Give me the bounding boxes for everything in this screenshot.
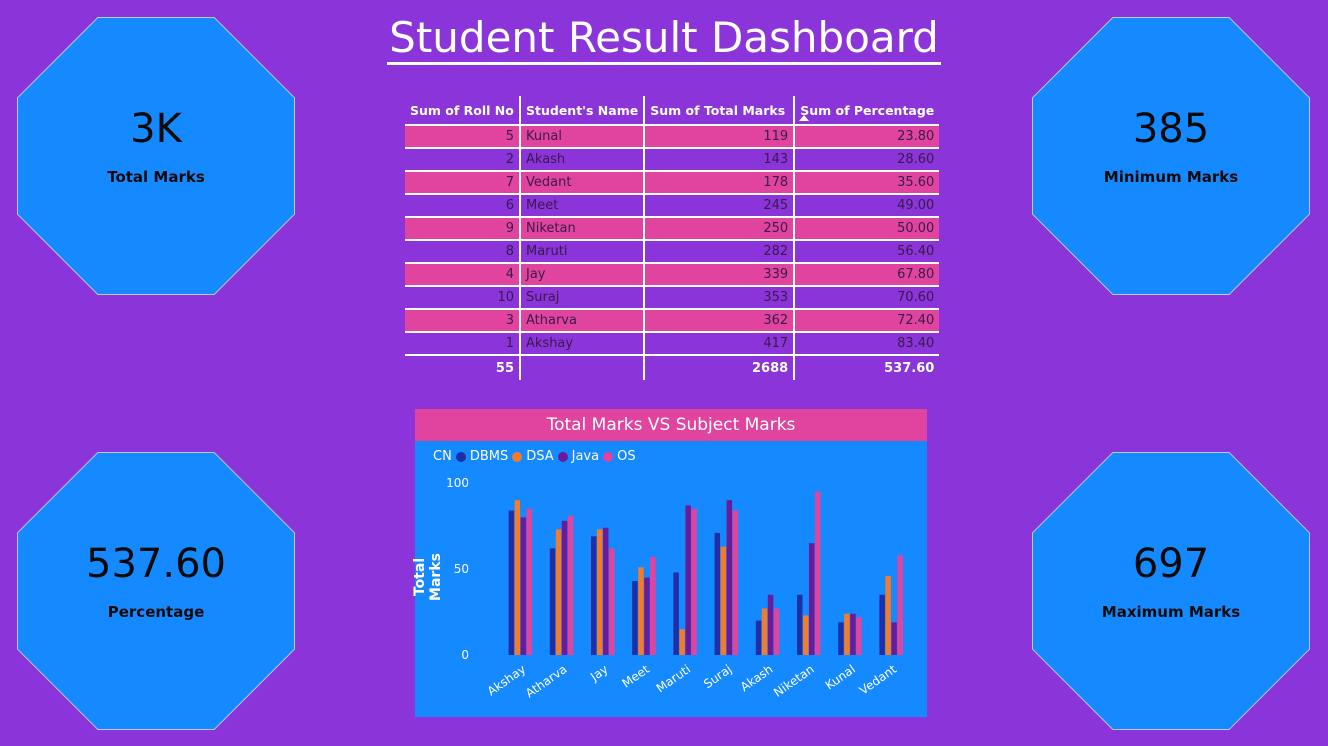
table-row: 6 Meet 245 49.00 bbox=[405, 194, 940, 218]
bar-java-akshay[interactable] bbox=[520, 517, 527, 655]
table-row: 8 Maruti 282 56.40 bbox=[405, 240, 940, 264]
table-row: 5 Kunal 119 23.80 bbox=[405, 125, 940, 149]
bar-dbms-akash[interactable] bbox=[755, 620, 762, 655]
bar-dbms-meet[interactable] bbox=[632, 581, 638, 655]
bar-java-kunal[interactable] bbox=[850, 613, 856, 655]
bar-os-maruti[interactable] bbox=[691, 508, 697, 655]
y-tick-label: 100 bbox=[446, 476, 469, 490]
bar-dsa-vedant[interactable] bbox=[885, 575, 891, 655]
table-row: 3 Atharva 362 72.40 bbox=[405, 309, 940, 333]
bar-java-maruti[interactable] bbox=[685, 505, 691, 655]
kpi-total-marks: 3K Total Marks bbox=[18, 18, 294, 294]
col-header-percentage[interactable]: Sum of Percentage bbox=[794, 96, 940, 126]
kpi-minimum-value: 385 bbox=[1132, 106, 1210, 152]
table-row: 7 Vedant 178 35.60 bbox=[405, 171, 940, 195]
bar-os-atharva[interactable] bbox=[567, 515, 574, 655]
bar-dbms-jay[interactable] bbox=[591, 536, 597, 655]
bar-os-niketan[interactable] bbox=[815, 491, 821, 655]
bar-dbms-maruti[interactable] bbox=[673, 572, 679, 655]
bar-dbms-niketan[interactable] bbox=[797, 594, 803, 655]
bar-dsa-maruti[interactable] bbox=[679, 629, 685, 655]
bar-os-kunal[interactable] bbox=[856, 617, 862, 655]
bar-java-atharva[interactable] bbox=[561, 520, 568, 655]
table-header-row: Sum of Roll No Student's Name Sum of Tot… bbox=[405, 96, 940, 126]
table-row: 4 Jay 339 67.80 bbox=[405, 263, 940, 287]
bar-dbms-atharva[interactable] bbox=[549, 548, 556, 655]
x-tick-label: Niketan bbox=[771, 662, 817, 700]
x-tick-label: Meet bbox=[619, 662, 652, 691]
x-tick-label: Akash bbox=[738, 662, 776, 694]
bar-dsa-meet[interactable] bbox=[638, 567, 644, 655]
table-row: 2 Akash 143 28.60 bbox=[405, 148, 940, 172]
x-tick-label: Atharva bbox=[523, 662, 570, 700]
bar-dsa-suraj[interactable] bbox=[720, 546, 727, 655]
bar-os-akshay[interactable] bbox=[526, 508, 533, 655]
chart-plot: 0 50 100 AkshayAtharva Jay Meet Maruti Suraj Aka… bbox=[446, 476, 903, 700]
table-row: 9 Niketan 250 50.00 bbox=[405, 217, 940, 241]
bar-dbms-kunal[interactable] bbox=[838, 622, 844, 655]
bar-java-meet[interactable] bbox=[644, 577, 650, 655]
bar-dsa-atharva[interactable] bbox=[555, 529, 562, 655]
x-tick-label: Maruti bbox=[654, 662, 693, 695]
col-header-total-marks[interactable]: Sum of Total Marks bbox=[644, 96, 796, 126]
table-row: 10 Suraj 353 70.60 bbox=[405, 286, 940, 310]
bar-dsa-akshay[interactable] bbox=[514, 500, 521, 655]
bar-java-jay[interactable] bbox=[603, 527, 609, 655]
bar-dsa-akash[interactable] bbox=[761, 608, 768, 655]
bar-dsa-kunal[interactable] bbox=[844, 613, 850, 655]
x-tick-label: Suraj bbox=[701, 662, 734, 691]
bar-os-suraj[interactable] bbox=[732, 510, 739, 655]
col-header-roll-no[interactable]: Sum of Roll No bbox=[405, 96, 521, 126]
col-header-student-name[interactable]: Student's Name bbox=[520, 96, 646, 126]
y-tick-label: 0 bbox=[461, 648, 469, 662]
bar-dbms-suraj[interactable] bbox=[714, 532, 721, 655]
bar-java-akash[interactable] bbox=[767, 594, 774, 655]
table-row: 1 Akshay 417 83.40 bbox=[405, 332, 940, 356]
kpi-percentage-label: Percentage bbox=[107, 603, 205, 621]
bar-java-suraj[interactable] bbox=[726, 500, 733, 655]
bar-os-jay[interactable] bbox=[609, 548, 615, 655]
bar-os-akash[interactable] bbox=[773, 608, 780, 655]
sort-ascending-icon[interactable] bbox=[799, 115, 810, 121]
kpi-minimum-label: Minimum Marks bbox=[1103, 168, 1239, 186]
results-table: Sum of Roll No Student's Name Sum of Tot… bbox=[405, 96, 940, 380]
bar-os-meet[interactable] bbox=[650, 556, 656, 655]
bar-os-vedant[interactable] bbox=[897, 555, 903, 655]
kpi-minimum-marks: 385 Minimum Marks bbox=[1033, 18, 1309, 294]
table-total-row: 55 2688 537.60 bbox=[405, 355, 939, 380]
x-tick-label: Jay bbox=[587, 662, 611, 684]
bar-dbms-vedant[interactable] bbox=[879, 594, 885, 655]
bar-dsa-jay[interactable] bbox=[597, 529, 603, 655]
bar-java-niketan[interactable] bbox=[809, 543, 815, 655]
kpi-maximum-marks: 697 Maximum Marks bbox=[1033, 453, 1309, 729]
bar-java-vedant[interactable] bbox=[891, 622, 897, 655]
x-tick-label: Vedant bbox=[857, 662, 900, 698]
kpi-maximum-value: 697 bbox=[1132, 541, 1210, 587]
kpi-total-value: 3K bbox=[130, 106, 182, 152]
kpi-percentage-value: 537.60 bbox=[86, 541, 226, 587]
bar-dsa-niketan[interactable] bbox=[803, 615, 809, 655]
kpi-total-label: Total Marks bbox=[107, 168, 205, 186]
subject-marks-chart: Total Marks VS Subject Marks CN DBMS DSA… bbox=[412, 409, 927, 717]
y-tick-label: 50 bbox=[454, 562, 469, 576]
x-tick-label: Kunal bbox=[823, 662, 858, 692]
x-tick-label: Akshay bbox=[485, 662, 529, 698]
kpi-percentage: 537.60 Percentage bbox=[18, 453, 294, 729]
kpi-maximum-label: Maximum Marks bbox=[1101, 603, 1241, 621]
bar-dbms-akshay[interactable] bbox=[508, 510, 515, 655]
